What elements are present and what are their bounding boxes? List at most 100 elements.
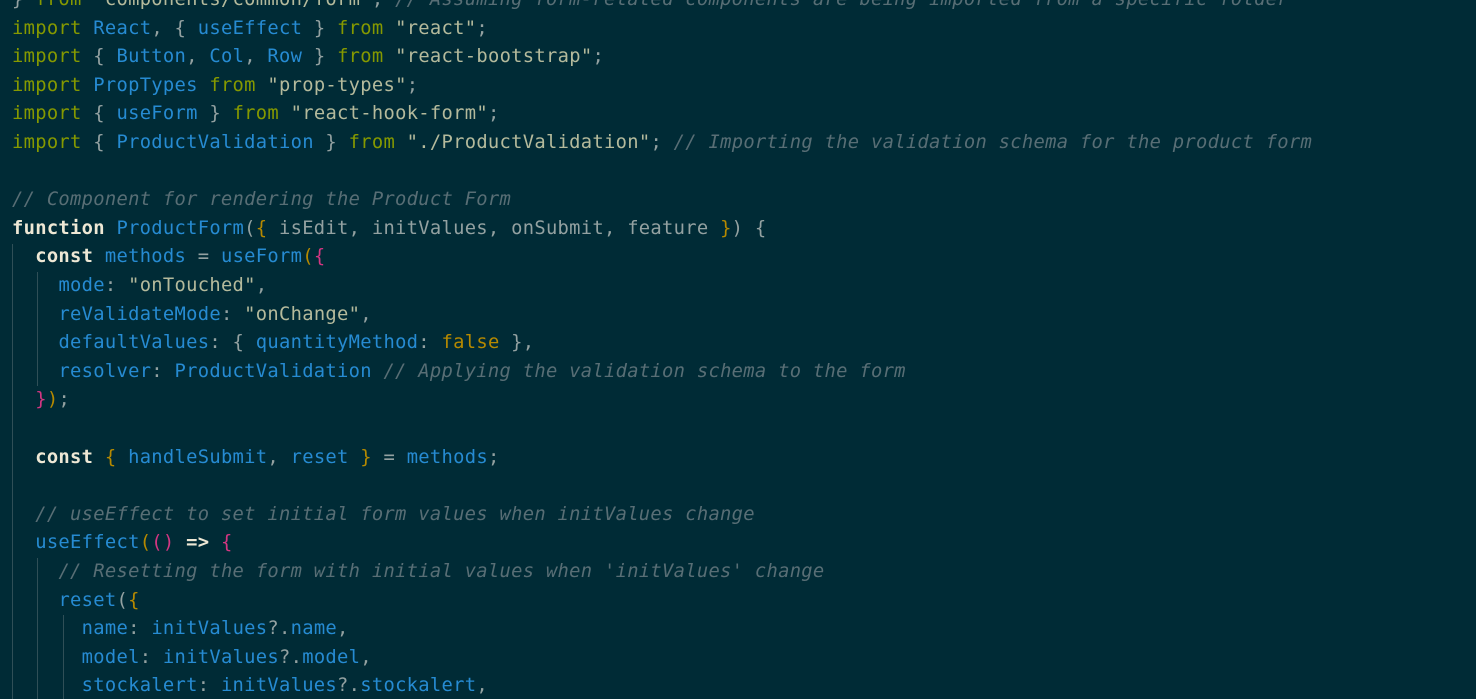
code-line[interactable]: mode: "onTouched", [12,272,267,300]
code-token: reset [58,589,117,611]
code-token: from [232,103,280,125]
code-line[interactable]: import { useForm } from "react-hook-form… [12,100,500,128]
code-token: reValidateMode [58,303,221,325]
code-token: resolver [58,360,152,382]
code-line[interactable]: }); [12,386,70,414]
code-token: = [371,446,407,468]
code-token: => [186,532,210,554]
code-token: ; [487,103,500,125]
code-token: import [12,17,82,39]
code-token: , [244,46,268,68]
code-token: , [360,646,372,668]
code-line[interactable]: const { handleSubmit, reset } = methods; [12,444,500,472]
code-token: ; [476,17,488,39]
code-line[interactable]: // Resetting the form with initial value… [12,558,825,586]
code-token: // Importing the validation schema for t… [673,132,1313,153]
code-token: } [302,46,338,68]
code-token: name [81,618,129,640]
code-token: } [313,132,349,153]
code-line[interactable]: // Component for rendering the Product F… [12,186,511,214]
code-token: ProductValidation [116,132,314,153]
code-token: , [337,618,349,640]
code-token: , [255,275,268,296]
code-token: ; [58,389,71,411]
code-token: PropTypes [93,74,198,96]
code-line[interactable]: stockalert: initValues?.stockalert, [12,672,488,699]
code-token: // Component for rendering the Product F… [12,189,512,211]
code-token: initValues [151,618,268,640]
code-token: initValues [162,646,279,668]
code-token: reset [290,446,349,468]
code-token: ; [592,46,605,68]
code-token: { [81,46,117,68]
code-line[interactable]: const methods = useForm({ [12,243,325,271]
code-token: React [93,17,152,39]
code-token: defaultValues [58,332,210,354]
code-token: stockalert [81,675,198,697]
code-token: useForm [220,246,303,268]
code-token: "./ProductValidation" [395,132,651,153]
code-token: import [12,132,82,153]
code-line[interactable]: reset({ [12,587,140,615]
code-token: } [302,17,338,39]
code-token: = [186,246,221,268]
code-token: ) [46,389,59,411]
code-token: ?. [337,675,361,697]
code-line[interactable]: resolver: ProductValidation // Applying … [12,358,906,386]
code-token: // Applying the validation schema to the… [383,360,906,382]
code-line[interactable]: function ProductForm({ isEdit, initValue… [12,215,767,243]
code-token: "onChange" [244,303,361,325]
code-token: mode [58,275,105,296]
code-token: handleSubmit [128,446,268,468]
code-token: import [12,74,82,96]
code-token: from [337,17,384,39]
code-line[interactable]: import { Button, Col, Row } from "react-… [12,43,604,71]
code-token: import [12,46,82,68]
code-line[interactable]: // useEffect to set initial form values … [12,501,755,529]
code-line[interactable]: reValidateMode: "onChange", [12,301,372,329]
code-token: model [81,646,140,668]
code-token: // Assuming form-related components are … [395,0,1289,10]
code-token: from [35,0,81,10]
code-line[interactable]: name: initValues?.name, [12,615,349,643]
code-line[interactable]: useEffect(() => { [12,529,233,557]
code-token: }, [499,332,535,354]
code-line[interactable]: import PropTypes from "prop-types"; [12,72,418,100]
code-token: "react-bootstrap" [383,46,593,68]
code-line[interactable]: import { ProductValidation } from "./Pro… [12,129,1312,157]
code-token: { [220,532,233,554]
code-line[interactable]: } from "components/common/form"; // Assu… [12,0,1289,14]
code-token: { [128,589,140,611]
code-token: { [313,246,326,268]
code-token: stockalert [360,675,477,697]
code-line[interactable]: import React, { useEffect } from "react"… [12,15,488,43]
code-token: "onTouched" [128,275,256,296]
code-token: import [12,103,82,125]
code-token: ; [487,446,500,468]
code-token: } [197,103,233,125]
code-line[interactable]: model: initValues?.model, [12,644,372,672]
code-token: useEffect [35,532,140,554]
code-token: ?. [267,618,291,640]
code-token: methods [406,446,488,468]
code-editor[interactable]: } from "components/common/form"; // Assu… [0,0,1476,699]
code-token: : [104,275,129,296]
code-token: : [418,332,442,354]
code-token: , { [151,17,198,39]
code-token: from [209,74,256,96]
code-line[interactable]: defaultValues: { quantityMethod: false }… [12,329,534,357]
